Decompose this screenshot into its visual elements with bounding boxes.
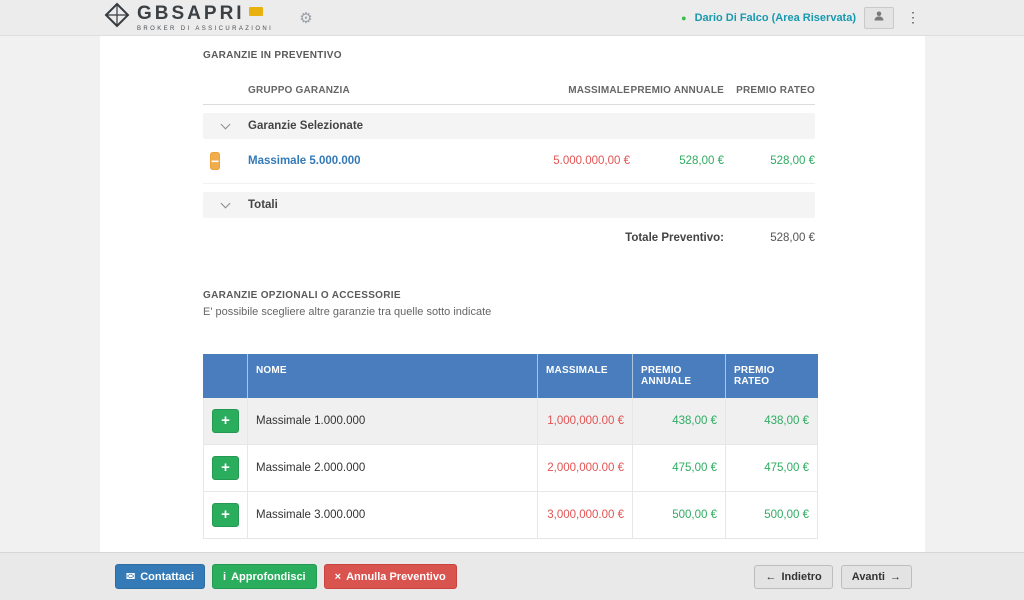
optional-section-title: GARANZIE OPZIONALI O ACCESSORIE (203, 290, 818, 301)
back-button[interactable]: ← Indietro (754, 565, 832, 589)
cell-massimale: 1,000,000.00 € (538, 398, 633, 444)
user-profile-button[interactable] (864, 7, 894, 29)
user-account-link[interactable]: Dario Di Falco (Area Riservata) (695, 12, 856, 24)
arrow-right-icon: → (890, 571, 901, 583)
close-icon: × (335, 571, 341, 583)
group-row-totali[interactable]: Totali (203, 192, 815, 218)
cell-premio-annuale: 475,00 € (633, 445, 726, 491)
quote-section-title: GARANZIE IN PREVENTIVO (203, 50, 818, 61)
learn-more-button[interactable]: i Approfondisci (212, 564, 317, 589)
footer-action-bar: ✉ Contattaci i Approfondisci × Annulla P… (0, 552, 1024, 600)
gear-icon[interactable]: ⚙ (299, 9, 312, 27)
optional-table-header: NOME MASSIMALE PREMIO ANNUALE PREMIO RAT… (203, 354, 818, 398)
cancel-quote-button[interactable]: × Annulla Preventivo (324, 564, 457, 589)
mail-icon: ✉ (126, 570, 135, 583)
back-button-label: Indietro (781, 571, 821, 583)
cell-premio-rateo: 528,00 € (724, 155, 815, 167)
brand-badge-icon (249, 7, 263, 16)
cell-premio-rateo: 500,00 € (726, 492, 818, 538)
arrow-left-icon: ← (765, 571, 776, 583)
kebab-menu-icon[interactable]: ⋮ (902, 9, 924, 26)
chevron-down-icon (221, 198, 231, 208)
remove-garanzia-button[interactable]: − (210, 152, 220, 170)
top-right-controls: ● Dario Di Falco (Area Riservata) ⋮ (681, 7, 924, 29)
add-garanzia-button[interactable]: + (212, 456, 239, 480)
group-label: Totali (248, 199, 278, 211)
cell-premio-annuale: 438,00 € (633, 398, 726, 444)
top-bar: GBSAPRI BROKER DI ASSICURAZIONI ⚙ ● Dari… (0, 0, 1024, 36)
table-row: − Massimale 5.000.000 5.000.000,00 € 528… (203, 139, 815, 184)
col-premio-rateo: PREMIO RATEO (726, 354, 818, 398)
total-row: Totale Preventivo: 528,00 € (203, 220, 815, 256)
table-row: + Massimale 2.000.000 2,000,000.00 € 475… (203, 445, 818, 492)
garanzia-link[interactable]: Massimale 5.000.000 (248, 155, 361, 167)
optional-section-subtitle: E' possibile scegliere altre garanzie tr… (203, 306, 818, 318)
cell-massimale: 5.000.000,00 € (510, 155, 630, 167)
cell-nome: Massimale 3.000.000 (248, 492, 538, 538)
group-label: Garanzie Selezionate (248, 120, 363, 132)
brand-name: GBSAPRI (137, 4, 245, 23)
cell-premio-rateo: 438,00 € (726, 398, 818, 444)
learn-more-button-label: Approfondisci (231, 571, 306, 583)
cell-premio-annuale: 528,00 € (630, 155, 724, 167)
online-status-dot-icon: ● (681, 13, 686, 23)
cancel-quote-button-label: Annulla Preventivo (346, 571, 446, 583)
total-preventivo-value: 528,00 € (724, 232, 815, 244)
content-card: GARANZIE IN PREVENTIVO GRUPPO GARANZIA M… (100, 36, 925, 552)
cell-premio-rateo: 475,00 € (726, 445, 818, 491)
contact-button-label: Contattaci (140, 571, 194, 583)
quote-table: GRUPPO GARANZIA MASSIMALE PREMIO ANNUALE… (203, 85, 815, 256)
table-row: + Massimale 1.000.000 1,000,000.00 € 438… (203, 398, 818, 445)
cell-premio-annuale: 500,00 € (633, 492, 726, 538)
contact-button[interactable]: ✉ Contattaci (115, 564, 205, 589)
quote-table-header: GRUPPO GARANZIA MASSIMALE PREMIO ANNUALE… (203, 85, 815, 105)
group-row-garanzie-selezionate[interactable]: Garanzie Selezionate (203, 113, 815, 139)
add-garanzia-button[interactable]: + (212, 503, 239, 527)
cell-nome: Massimale 1.000.000 (248, 398, 538, 444)
next-button-label: Avanti (852, 571, 885, 583)
brand-logo[interactable]: GBSAPRI BROKER DI ASSICURAZIONI (104, 2, 273, 33)
col-massimale: MASSIMALE (538, 354, 633, 398)
col-premio-annuale: PREMIO ANNUALE (633, 354, 726, 398)
add-garanzia-button[interactable]: + (212, 409, 239, 433)
brand-tagline: BROKER DI ASSICURAZIONI (137, 26, 273, 32)
chevron-down-icon (221, 119, 231, 129)
optional-table: NOME MASSIMALE PREMIO ANNUALE PREMIO RAT… (203, 354, 818, 539)
person-icon (873, 9, 885, 27)
page-background: GARANZIE IN PREVENTIVO GRUPPO GARANZIA M… (0, 36, 1024, 552)
table-row: + Massimale 3.000.000 3,000,000.00 € 500… (203, 492, 818, 539)
col-massimale: MASSIMALE (510, 85, 630, 96)
total-preventivo-label: Totale Preventivo: (248, 232, 724, 244)
col-nome: NOME (248, 354, 538, 398)
col-premio-annuale: PREMIO ANNUALE (630, 85, 724, 96)
col-premio-rateo: PREMIO RATEO (724, 85, 815, 96)
next-button[interactable]: Avanti → (841, 565, 912, 589)
cell-massimale: 3,000,000.00 € (538, 492, 633, 538)
logo-icon (104, 2, 130, 33)
cell-nome: Massimale 2.000.000 (248, 445, 538, 491)
cell-massimale: 2,000,000.00 € (538, 445, 633, 491)
header-spacer (203, 354, 248, 398)
brand-text: GBSAPRI BROKER DI ASSICURAZIONI (137, 4, 273, 32)
info-icon: i (223, 571, 226, 583)
col-gruppo-garanzia: GRUPPO GARANZIA (248, 85, 510, 96)
